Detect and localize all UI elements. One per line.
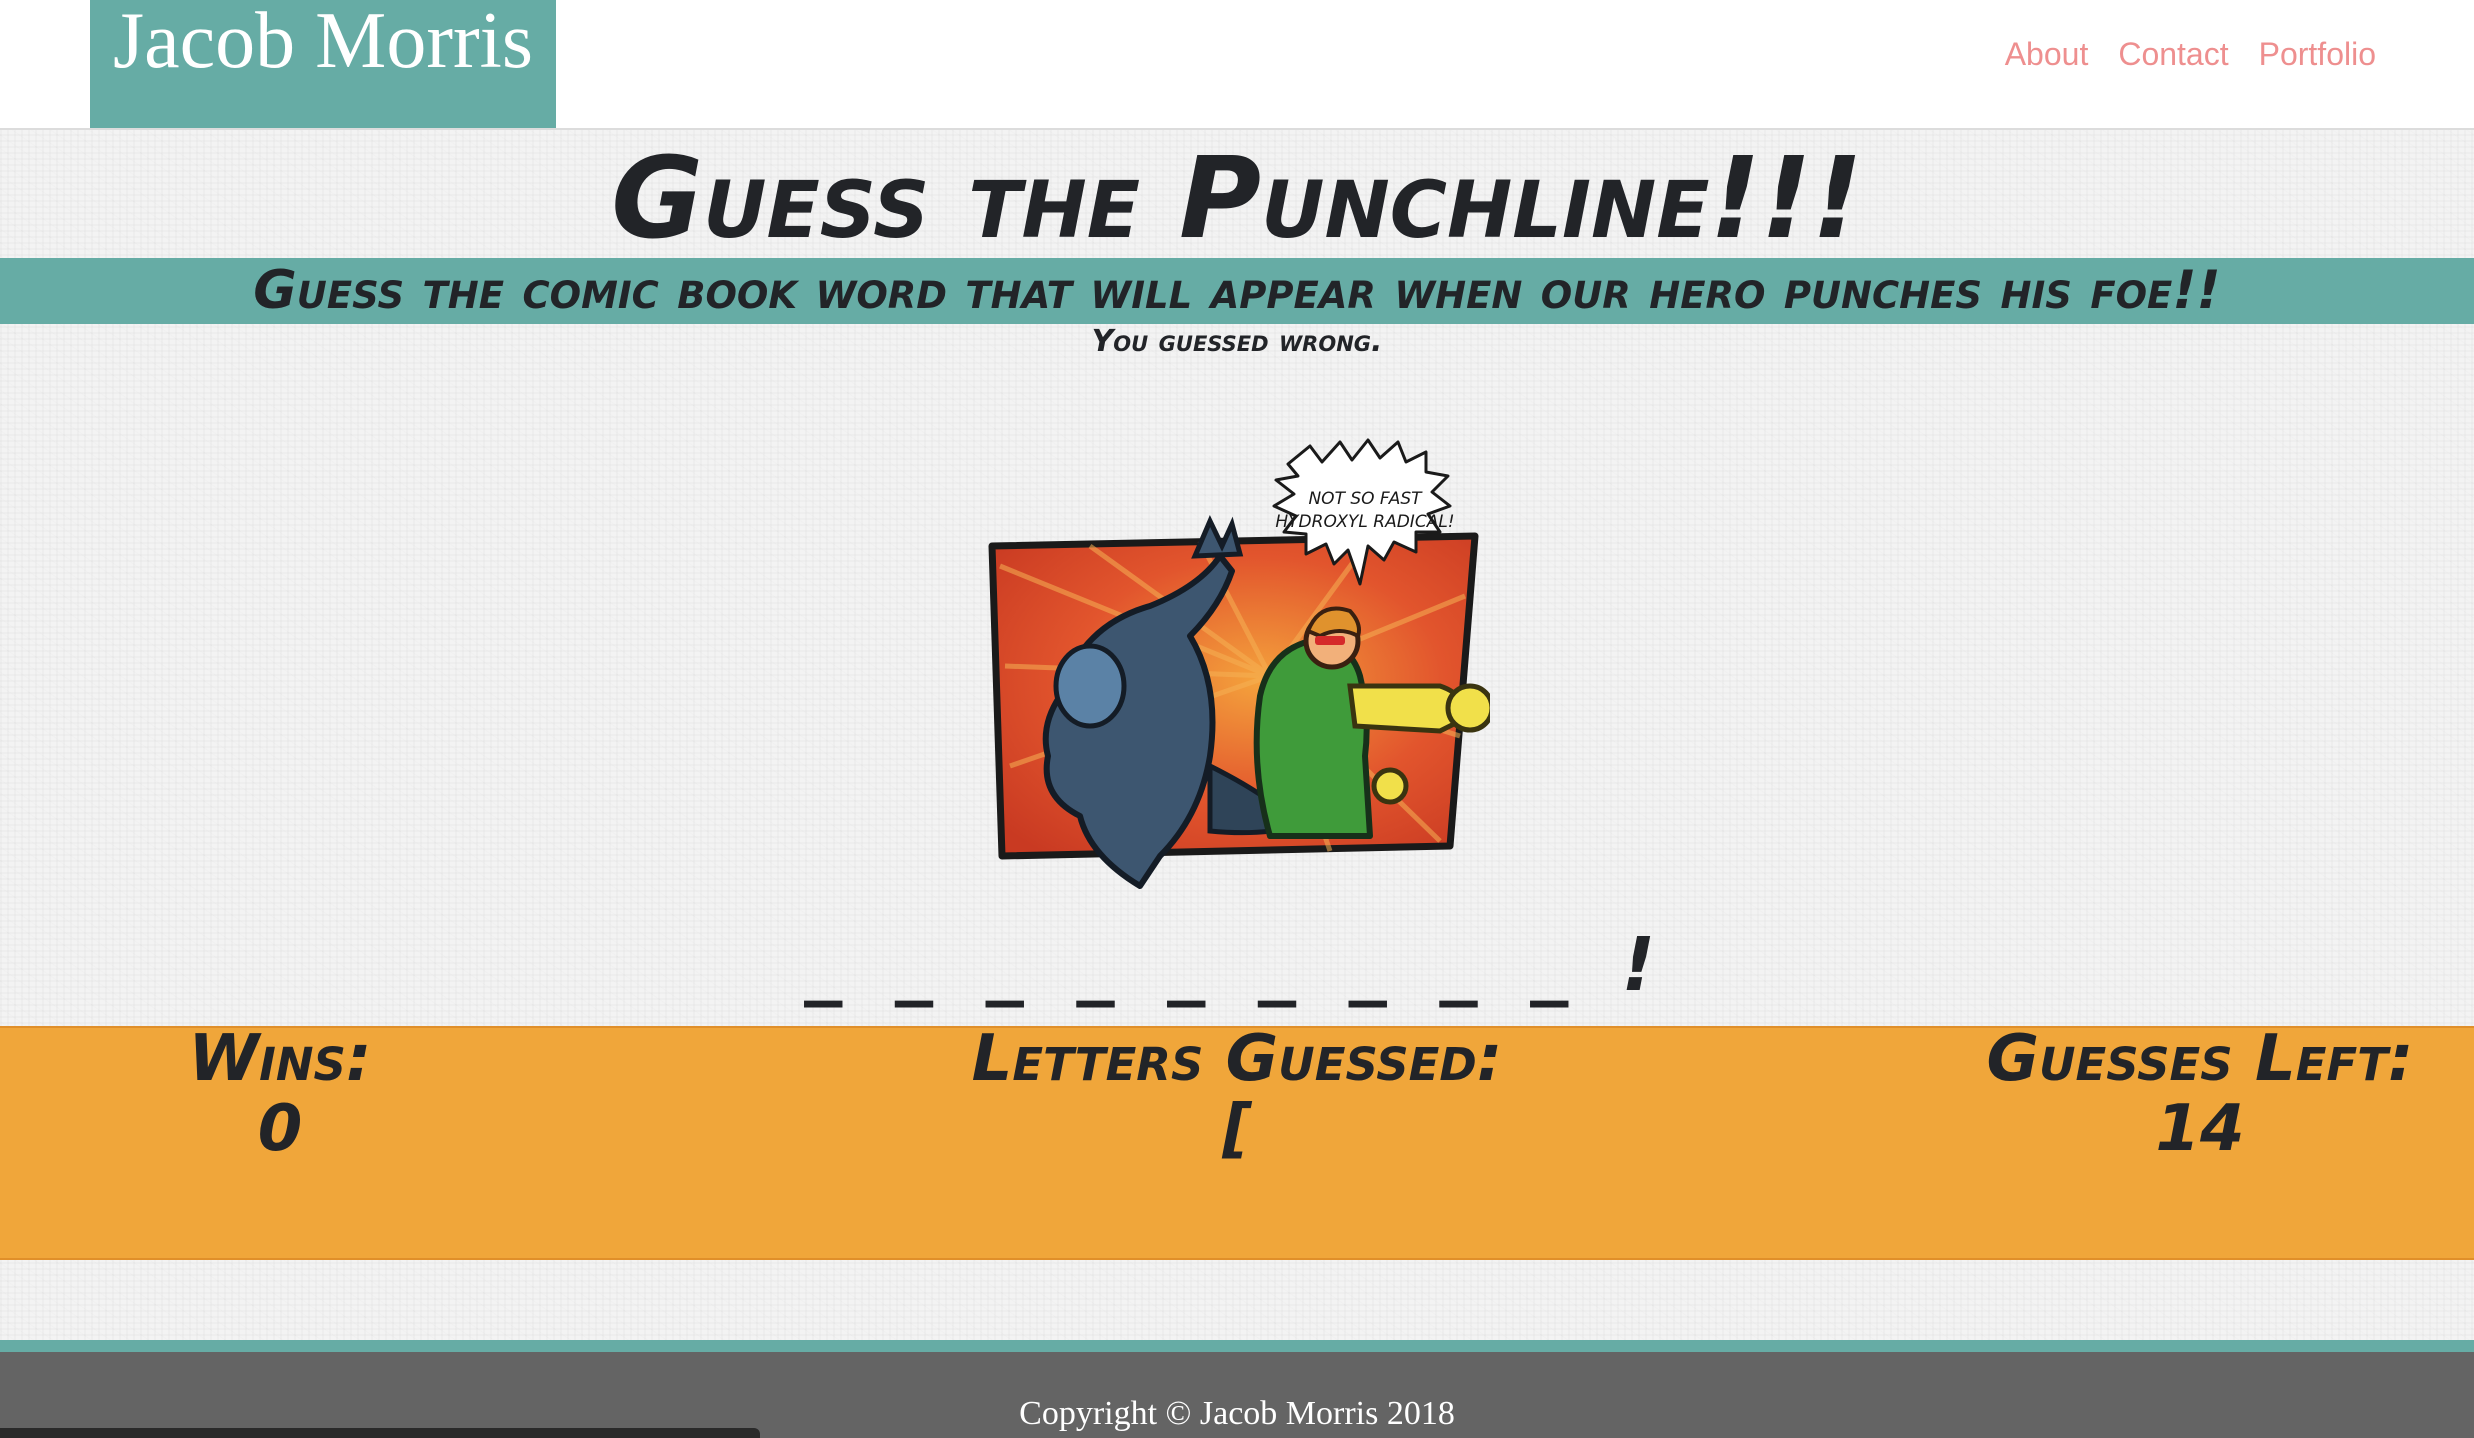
wins-label: Wins: [188,1022,372,1096]
speech-bubble-line-2: HYDROXYL RADICAL! [1275,512,1454,532]
page-subtitle: Guess the comic book word that will appe… [253,260,2221,321]
page-title: Guess the Punchline!!! [611,134,1863,264]
word-blanks: _ _ _ _ _ _ _ _ _ ! [804,922,1670,1008]
site-header: Jacob Morris About Contact Portfolio [0,0,2474,130]
brand-logo[interactable]: Jacob Morris [90,0,556,128]
guess-feedback: You guessed wrong. [1091,324,1383,359]
letters-guessed-label: Letters Guessed: [971,1022,1503,1096]
comic-panel-image: NOT SO FAST HYDROXYL RADICAL! [988,438,1490,889]
main-nav: About Contact Portfolio [2005,36,2376,73]
wins-value: 0 [257,1092,303,1166]
letters-guessed-stat: Letters Guessed: [ [937,1024,1537,1164]
nav-link-portfolio[interactable]: Portfolio [2259,36,2376,73]
browser-status-bar [0,1428,760,1438]
footer-accent-strip [0,1340,2474,1352]
nav-link-contact[interactable]: Contact [2118,36,2228,73]
letters-guessed-value: [ [1222,1092,1252,1166]
wins-stat: Wins: 0 [180,1024,380,1164]
guesses-left-stat: Guesses Left: 14 [1940,1024,2460,1164]
guesses-left-label: Guesses Left: [1986,1022,2414,1096]
guesses-left-value: 14 [2155,1092,2245,1166]
nav-link-about[interactable]: About [2005,36,2089,73]
speech-bubble-line-1: NOT SO FAST [1308,489,1423,509]
